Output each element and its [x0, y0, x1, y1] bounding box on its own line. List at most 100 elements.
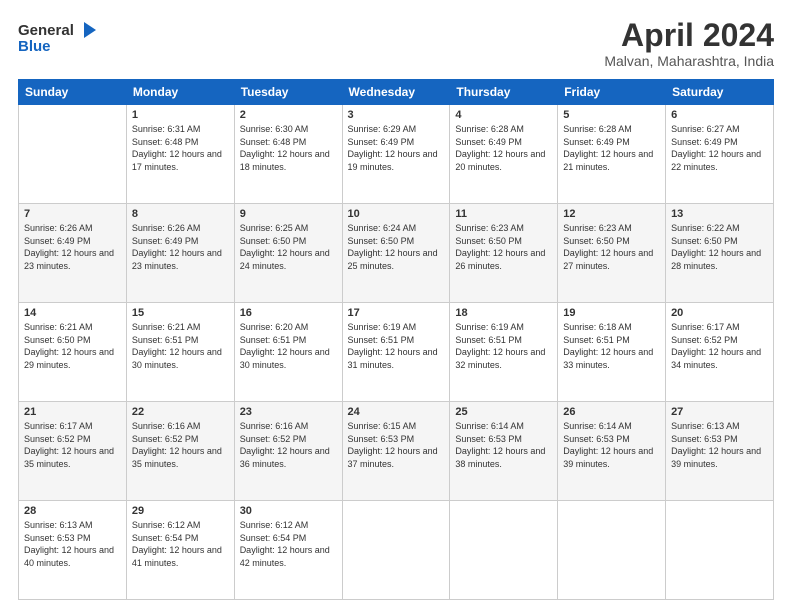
calendar-cell [666, 501, 774, 600]
day-number: 16 [240, 307, 337, 319]
col-header-friday: Friday [558, 80, 666, 105]
logo-blue: Blue [18, 38, 51, 55]
day-number: 12 [563, 208, 660, 220]
day-number: 11 [455, 208, 552, 220]
calendar-cell: 17 Sunrise: 6:19 AMSunset: 6:51 PMDayligh… [342, 303, 450, 402]
day-detail: Sunrise: 6:20 AMSunset: 6:51 PMDaylight:… [240, 321, 337, 371]
calendar-week-row: 28Sunrise: 6:13 AMSunset: 6:53 PMDayligh… [19, 501, 774, 600]
day-detail: Sunrise: 6:26 AMSunset: 6:49 PMDaylight:… [132, 222, 229, 272]
calendar-cell: 26 Sunrise: 6:14 AMSunset: 6:53 PMDayligh… [558, 402, 666, 501]
day-detail: Sunrise: 6:21 AMSunset: 6:51 PMDaylight:… [132, 321, 229, 371]
day-detail: Sunrise: 6:14 AMSunset: 6:53 PMDaylight:… [563, 420, 660, 470]
day-number: 15 [132, 307, 229, 319]
calendar-cell: 24 Sunrise: 6:15 AMSunset: 6:53 PMDayligh… [342, 402, 450, 501]
day-number: 1 [132, 109, 229, 121]
month-title: April 2024 [604, 18, 774, 53]
calendar-cell: 4Sunrise: 6:28 AMSunset: 6:49 PMDaylight… [450, 105, 558, 204]
calendar-cell: 15 Sunrise: 6:21 AMSunset: 6:51 PMDayligh… [126, 303, 234, 402]
calendar-cell: 8 Sunrise: 6:26 AMSunset: 6:49 PMDaylight… [126, 204, 234, 303]
calendar-cell: 30 Sunrise: 6:12 AMSunset: 6:54 PMDayligh… [234, 501, 342, 600]
calendar-table: SundayMondayTuesdayWednesdayThursdayFrid… [18, 79, 774, 600]
day-number: 27 [671, 406, 768, 418]
col-header-thursday: Thursday [450, 80, 558, 105]
calendar-cell: 9Sunrise: 6:25 AMSunset: 6:50 PMDaylight… [234, 204, 342, 303]
day-number: 17 [348, 307, 445, 319]
day-detail: Sunrise: 6:25 AMSunset: 6:50 PMDaylight:… [240, 222, 337, 272]
col-header-tuesday: Tuesday [234, 80, 342, 105]
calendar-cell: 7Sunrise: 6:26 AMSunset: 6:49 PMDaylight… [19, 204, 127, 303]
day-detail: Sunrise: 6:17 AMSunset: 6:52 PMDaylight:… [671, 321, 768, 371]
logo-icon [76, 18, 100, 42]
calendar-cell [558, 501, 666, 600]
calendar-week-row: 21Sunrise: 6:17 AMSunset: 6:52 PMDayligh… [19, 402, 774, 501]
calendar-week-row: 14 Sunrise: 6:21 AMSunset: 6:50 PMDayligh… [19, 303, 774, 402]
calendar-cell: 23 Sunrise: 6:16 AMSunset: 6:52 PMDayligh… [234, 402, 342, 501]
day-number: 20 [671, 307, 768, 319]
day-number: 18 [455, 307, 552, 319]
day-detail: Sunrise: 6:15 AMSunset: 6:53 PMDaylight:… [348, 420, 445, 470]
calendar-cell [450, 501, 558, 600]
calendar-cell: 29 Sunrise: 6:12 AMSunset: 6:54 PMDayligh… [126, 501, 234, 600]
calendar-cell [19, 105, 127, 204]
calendar-cell [342, 501, 450, 600]
day-number: 6 [671, 109, 768, 121]
calendar-cell: 16 Sunrise: 6:20 AMSunset: 6:51 PMDayligh… [234, 303, 342, 402]
day-number: 2 [240, 109, 337, 121]
day-number: 5 [563, 109, 660, 121]
location: Malvan, Maharashtra, India [604, 53, 774, 69]
day-detail: Sunrise: 6:28 AMSunset: 6:49 PMDaylight:… [563, 123, 660, 173]
day-number: 13 [671, 208, 768, 220]
calendar-cell: 18 Sunrise: 6:19 AMSunset: 6:51 PMDayligh… [450, 303, 558, 402]
calendar-cell: 22Sunrise: 6:16 AMSunset: 6:52 PMDayligh… [126, 402, 234, 501]
title-block: April 2024 Malvan, Maharashtra, India [604, 18, 774, 69]
day-number: 14 [24, 307, 121, 319]
day-number: 21 [24, 406, 121, 418]
day-detail: Sunrise: 6:24 AMSunset: 6:50 PMDaylight:… [348, 222, 445, 272]
day-detail: Sunrise: 6:30 AMSunset: 6:48 PMDaylight:… [240, 123, 337, 173]
day-number: 28 [24, 505, 121, 517]
calendar-cell: 27 Sunrise: 6:13 AMSunset: 6:53 PMDayligh… [666, 402, 774, 501]
calendar-cell: 28Sunrise: 6:13 AMSunset: 6:53 PMDayligh… [19, 501, 127, 600]
col-header-sunday: Sunday [19, 80, 127, 105]
day-detail: Sunrise: 6:19 AMSunset: 6:51 PMDaylight:… [455, 321, 552, 371]
calendar-cell: 10Sunrise: 6:24 AMSunset: 6:50 PMDayligh… [342, 204, 450, 303]
day-detail: Sunrise: 6:23 AMSunset: 6:50 PMDaylight:… [455, 222, 552, 272]
day-number: 26 [563, 406, 660, 418]
calendar-cell: 13 Sunrise: 6:22 AMSunset: 6:50 PMDayligh… [666, 204, 774, 303]
header: General Blue April 2024 Malvan, Maharash… [18, 18, 774, 69]
day-detail: Sunrise: 6:12 AMSunset: 6:54 PMDaylight:… [132, 519, 229, 569]
day-number: 24 [348, 406, 445, 418]
day-number: 29 [132, 505, 229, 517]
calendar-cell: 14 Sunrise: 6:21 AMSunset: 6:50 PMDayligh… [19, 303, 127, 402]
day-detail: Sunrise: 6:27 AMSunset: 6:49 PMDaylight:… [671, 123, 768, 173]
day-number: 23 [240, 406, 337, 418]
day-number: 3 [348, 109, 445, 121]
logo-general: General [18, 22, 74, 39]
day-detail: Sunrise: 6:28 AMSunset: 6:49 PMDaylight:… [455, 123, 552, 173]
day-detail: Sunrise: 6:31 AMSunset: 6:48 PMDaylight:… [132, 123, 229, 173]
day-number: 25 [455, 406, 552, 418]
day-number: 19 [563, 307, 660, 319]
day-number: 8 [132, 208, 229, 220]
day-detail: Sunrise: 6:19 AMSunset: 6:51 PMDaylight:… [348, 321, 445, 371]
col-header-monday: Monday [126, 80, 234, 105]
calendar-cell: 12Sunrise: 6:23 AMSunset: 6:50 PMDayligh… [558, 204, 666, 303]
page: General Blue April 2024 Malvan, Maharash… [0, 0, 792, 612]
day-number: 22 [132, 406, 229, 418]
day-detail: Sunrise: 6:12 AMSunset: 6:54 PMDaylight:… [240, 519, 337, 569]
day-detail: Sunrise: 6:18 AMSunset: 6:51 PMDaylight:… [563, 321, 660, 371]
day-number: 30 [240, 505, 337, 517]
calendar-cell: 19 Sunrise: 6:18 AMSunset: 6:51 PMDayligh… [558, 303, 666, 402]
calendar-cell: 11 Sunrise: 6:23 AMSunset: 6:50 PMDayligh… [450, 204, 558, 303]
calendar-cell: 5 Sunrise: 6:28 AMSunset: 6:49 PMDaylight… [558, 105, 666, 204]
calendar-cell: 3 Sunrise: 6:29 AMSunset: 6:49 PMDaylight… [342, 105, 450, 204]
day-detail: Sunrise: 6:29 AMSunset: 6:49 PMDaylight:… [348, 123, 445, 173]
day-detail: Sunrise: 6:16 AMSunset: 6:52 PMDaylight:… [240, 420, 337, 470]
calendar-cell: 1 Sunrise: 6:31 AMSunset: 6:48 PMDaylight… [126, 105, 234, 204]
calendar-cell: 2 Sunrise: 6:30 AMSunset: 6:48 PMDaylight… [234, 105, 342, 204]
day-detail: Sunrise: 6:13 AMSunset: 6:53 PMDaylight:… [671, 420, 768, 470]
calendar-cell: 25Sunrise: 6:14 AMSunset: 6:53 PMDayligh… [450, 402, 558, 501]
day-detail: Sunrise: 6:22 AMSunset: 6:50 PMDaylight:… [671, 222, 768, 272]
col-header-wednesday: Wednesday [342, 80, 450, 105]
day-detail: Sunrise: 6:21 AMSunset: 6:50 PMDaylight:… [24, 321, 121, 371]
